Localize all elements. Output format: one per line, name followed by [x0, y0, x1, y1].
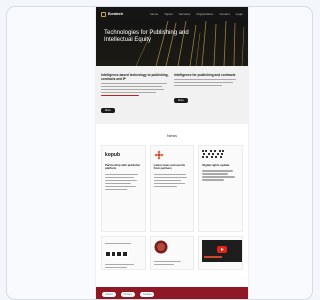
news-tile-2[interactable]: Latest news and events from partners: [149, 144, 195, 232]
text-line: [202, 179, 225, 181]
text-line: [202, 170, 234, 172]
tile-1-logo-text: kopub: [105, 151, 120, 158]
news-section: News kopub Partnership with publisher pl…: [96, 124, 248, 270]
red-flower-icon: [154, 150, 191, 160]
text-line: [153, 179, 182, 182]
intro-right-button[interactable]: More: [174, 97, 188, 103]
text-line: [101, 88, 165, 91]
footer-link-imprint[interactable]: Imprint: [102, 291, 116, 297]
nav-item-login[interactable]: Login: [236, 12, 243, 16]
nav-item-organization[interactable]: Organization: [196, 12, 213, 16]
text-line: [202, 173, 228, 175]
text-line: [105, 179, 138, 182]
intro-card-right: Intelligence for publishing and contract…: [174, 73, 243, 116]
text-line: [202, 176, 236, 178]
preview-card[interactable]: Euratech Home Topics Services Organizati…: [6, 6, 313, 300]
intro-left-heading: Intelligence-based technology to publish…: [101, 73, 169, 81]
nav-item-contact[interactable]: Contact: [219, 12, 229, 16]
text-line: [105, 266, 127, 269]
text-line: [174, 84, 223, 87]
news-tile-3[interactable]: Digital rights update: [198, 144, 243, 232]
round-seal-icon: [154, 240, 168, 254]
news-tile-6[interactable]: [198, 235, 243, 270]
text-line: [101, 83, 167, 85]
news-tile-1[interactable]: kopub Partnership with publisher platfor…: [101, 144, 146, 232]
text-line: [105, 188, 127, 191]
text-line: [105, 263, 135, 266]
hero-title: Technologies for Publishing and Intellec…: [104, 30, 189, 43]
news-title: News: [166, 132, 177, 138]
footer-link-privacy[interactable]: Privacy: [120, 291, 135, 297]
text-line: [153, 173, 186, 176]
news-grid-row-2: [101, 235, 243, 270]
text-line: [153, 260, 182, 263]
site-logo[interactable]: Euratech: [101, 11, 123, 17]
website-preview: Euratech Home Topics Services Organizati…: [96, 7, 248, 299]
red-flower-svg: [154, 150, 163, 160]
nav-item-home[interactable]: Home: [150, 12, 158, 16]
text-line: [105, 173, 138, 176]
hkgrb-logo-icon: [105, 249, 129, 258]
footer-bar: Imprint Privacy Contact: [96, 287, 248, 299]
hero-banner: Technologies for Publishing and Intellec…: [96, 21, 248, 66]
text-link-line[interactable]: [101, 94, 139, 97]
intro-section: Intelligence-based technology to publish…: [96, 66, 248, 124]
tile-1-heading: Partnership with publisher platform: [105, 162, 141, 171]
nav-item-services[interactable]: Services: [179, 12, 191, 16]
video-thumbnail-icon[interactable]: [202, 239, 243, 262]
text-line: [153, 263, 174, 266]
logo-icon: [101, 11, 106, 17]
tile-2-heading: Latest news and events from partners: [153, 162, 186, 171]
news-grid: kopub Partnership with publisher platfor…: [101, 144, 243, 232]
text-line: [174, 79, 237, 81]
footer-link-contact[interactable]: Contact: [139, 291, 155, 297]
intro-card-left: Intelligence-based technology to publish…: [101, 73, 170, 116]
text-line: [153, 182, 185, 185]
text-line: [105, 176, 135, 179]
intro-right-heading: Intelligence for publishing and contract…: [174, 73, 236, 77]
kopub-logo-icon: kopub: [105, 150, 142, 160]
top-nav: Euratech Home Topics Services Organizati…: [96, 7, 248, 21]
logo-text: Euratech: [108, 12, 123, 16]
text-line: [105, 242, 131, 245]
news-tile-5[interactable]: [149, 235, 195, 270]
text-line: [174, 81, 233, 84]
intro-left-button[interactable]: More: [101, 107, 115, 113]
text-line: [101, 91, 157, 94]
text-line: [101, 85, 162, 88]
text-line: [153, 176, 188, 179]
qr-grid-icon: [202, 149, 239, 160]
nav-item-topics[interactable]: Topics: [164, 12, 173, 16]
text-line: [153, 185, 178, 188]
tile-3-heading: Digital rights update: [202, 162, 230, 167]
text-line: [105, 182, 131, 185]
news-tile-4[interactable]: [101, 235, 146, 270]
qr-grid-svg: [202, 149, 225, 158]
text-line: [105, 185, 137, 188]
